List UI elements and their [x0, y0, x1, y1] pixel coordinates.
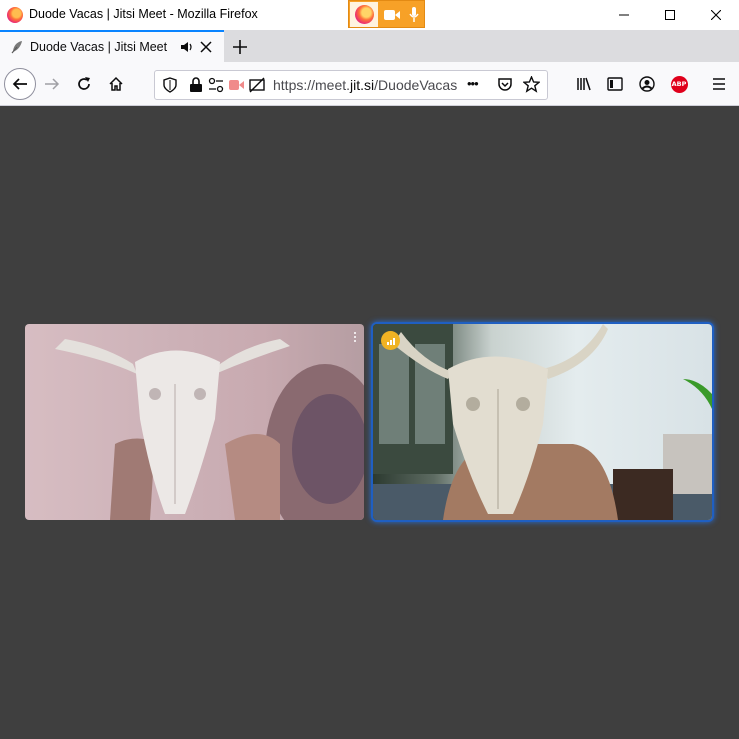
back-button[interactable] — [4, 68, 36, 100]
plus-icon — [233, 40, 247, 54]
camera-icon — [384, 10, 400, 20]
account-icon — [639, 76, 655, 92]
maximize-button[interactable] — [647, 0, 693, 30]
minimize-button[interactable] — [601, 0, 647, 30]
camera-permission-icon[interactable] — [229, 79, 245, 91]
arrow-right-icon — [45, 78, 60, 90]
pocket-icon[interactable] — [497, 77, 513, 93]
navigation-toolbar: https://meet.jit.si/DuodeVacas ••• ABP — [0, 62, 739, 106]
jitsi-favicon-icon — [11, 41, 22, 54]
remote-participant-video[interactable] — [25, 324, 364, 520]
app-menu-button[interactable] — [705, 70, 733, 98]
new-tab-button[interactable] — [229, 36, 251, 58]
reload-icon — [78, 77, 90, 90]
hamburger-menu-icon — [713, 78, 725, 90]
local-video-frame — [373, 324, 712, 520]
home-icon — [109, 76, 123, 91]
arrow-left-icon — [12, 78, 27, 90]
forward-button[interactable] — [38, 70, 66, 98]
firefox-icon — [350, 2, 378, 27]
adblock-plus-icon: ABP — [670, 75, 688, 93]
permissions-icon[interactable] — [208, 77, 224, 93]
firefox-logo-icon — [7, 7, 23, 23]
close-window-button[interactable] — [693, 0, 739, 30]
tab-title: Duode Vacas | Jitsi Meet — [30, 40, 168, 54]
url-bar[interactable]: https://meet.jit.si/DuodeVacas ••• — [154, 70, 548, 100]
account-button[interactable] — [633, 70, 661, 98]
sidebar-icon — [607, 77, 623, 91]
library-button[interactable] — [570, 70, 598, 98]
window-title: Duode Vacas | Jitsi Meet - Mozilla Firef… — [29, 7, 258, 21]
sharing-indicator[interactable] — [348, 0, 425, 28]
tab-jitsi-meet[interactable]: Duode Vacas | Jitsi Meet — [0, 30, 224, 62]
tab-bar: Duode Vacas | Jitsi Meet — [0, 30, 739, 62]
speaker-audio-icon[interactable] — [180, 40, 194, 54]
reload-button[interactable] — [70, 70, 98, 98]
page-actions-menu[interactable]: ••• — [467, 76, 479, 91]
lock-icon[interactable] — [189, 77, 203, 93]
url-text[interactable]: https://meet.jit.si/DuodeVacas — [273, 77, 457, 93]
bookmark-star-icon[interactable] — [523, 76, 540, 93]
minimize-icon — [619, 14, 629, 16]
microphone-icon — [409, 7, 419, 22]
shield-icon[interactable] — [163, 77, 177, 93]
local-participant-video[interactable] — [373, 324, 712, 520]
sidebar-button[interactable] — [601, 70, 629, 98]
tab-close-icon[interactable] — [199, 40, 213, 54]
screen-share-blocked-icon[interactable] — [249, 77, 265, 93]
home-button[interactable] — [102, 70, 130, 98]
maximize-icon — [665, 10, 675, 20]
remote-video-frame — [55, 339, 364, 520]
close-icon — [711, 10, 721, 20]
connection-quality-icon[interactable] — [381, 331, 400, 350]
adblock-plus-button[interactable]: ABP — [665, 70, 693, 98]
window-titlebar: Duode Vacas | Jitsi Meet - Mozilla Firef… — [0, 0, 739, 30]
library-icon — [577, 77, 591, 91]
remote-video-menu-icon[interactable] — [352, 332, 358, 344]
